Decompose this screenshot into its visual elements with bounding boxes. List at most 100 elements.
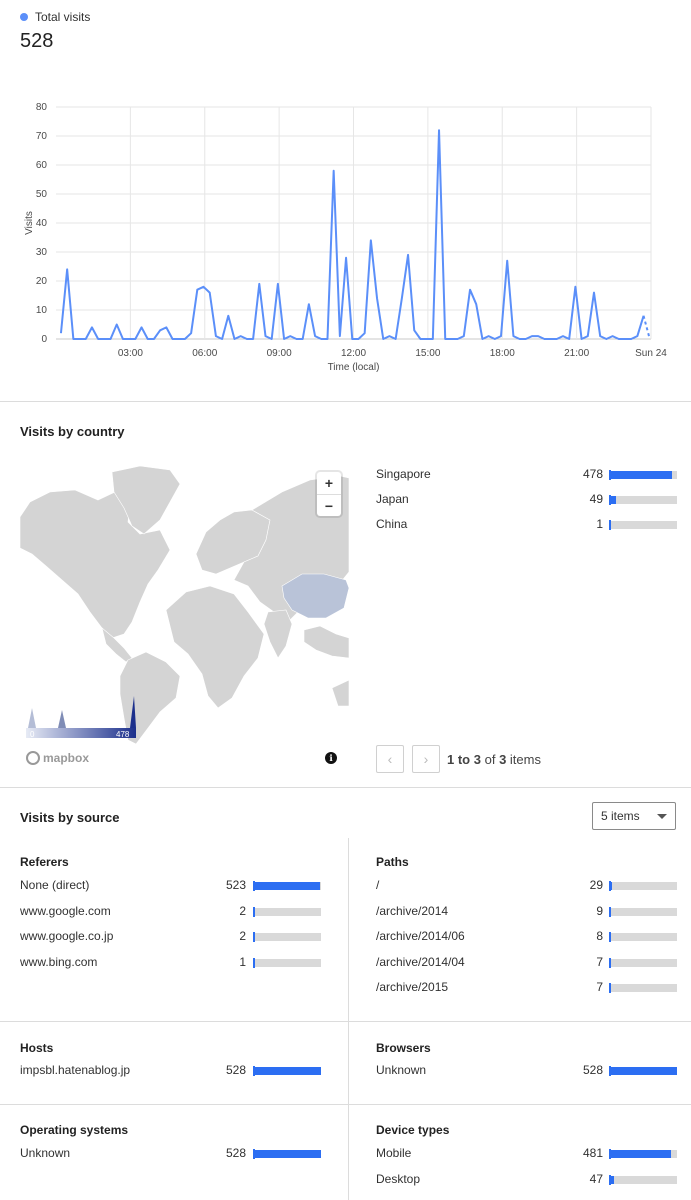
list-item-value: 478 <box>582 467 603 481</box>
y-tick-label: 40 <box>36 218 48 229</box>
list-item-bar-marker <box>609 906 611 917</box>
list-item-bar <box>609 1066 677 1076</box>
y-tick-label: 80 <box>36 102 48 113</box>
list-item-bar <box>609 470 677 480</box>
series-line-total-visits <box>59 129 645 340</box>
list-item[interactable]: Japan 49 <box>0 492 691 510</box>
list-item-bar-marker <box>609 983 611 993</box>
list-item-bar-fill <box>609 471 672 479</box>
list-item-bar-fill <box>609 1150 671 1158</box>
list-item-bar-marker <box>609 495 611 505</box>
chevron-down-icon <box>657 814 667 819</box>
pager-unit: items <box>509 752 541 767</box>
pager-next-button[interactable]: › <box>412 745 440 773</box>
list-item-label: Japan <box>376 492 409 506</box>
list-item-bar-marker <box>609 1174 611 1185</box>
list-item-bar <box>609 906 677 917</box>
list-item-bar <box>609 932 677 942</box>
map-india <box>263 609 293 659</box>
browsers-title: Browsers <box>376 1041 431 1055</box>
list-item-label: /archive/2014/04 <box>376 954 465 969</box>
items-count-value: 5 items <box>601 809 640 823</box>
list-item-value: 49 <box>589 492 603 506</box>
list-item[interactable]: /archive/2014/04 7 <box>0 955 691 973</box>
list-item[interactable]: /archive/2015 7 <box>0 980 691 998</box>
y-tick-label: 10 <box>36 305 48 316</box>
x-tick-label: 12:00 <box>341 348 366 359</box>
visits-line-chart: 0 10 20 30 40 50 60 70 80 03:00 06:00 09:00 12:00 15:… <box>24 102 667 373</box>
list-item-label: Desktop <box>376 1171 421 1186</box>
mapbox-wordmark: mapbox <box>43 751 90 765</box>
y-tick-label: 60 <box>36 160 48 171</box>
x-tick-label: 18:00 <box>490 348 515 359</box>
hosts-title: Hosts <box>20 1041 54 1055</box>
list-item-bar <box>609 520 677 530</box>
source-divider-1 <box>0 1021 691 1022</box>
y-tick-label: 70 <box>36 131 48 142</box>
list-item-bar <box>609 983 677 993</box>
x-tick-label: Sun 24 <box>635 348 667 359</box>
list-item-bar <box>609 495 677 505</box>
list-item-bar-marker <box>609 881 611 891</box>
list-item-label: Mobile <box>376 1146 412 1160</box>
list-item-label: / <box>376 878 380 892</box>
y-axis-label: Visits <box>24 211 35 235</box>
list-item-bar-fill <box>609 1067 677 1075</box>
list-item-bar <box>609 881 677 891</box>
x-tick-label: 15:00 <box>415 348 440 359</box>
list-item-bar <box>609 1174 677 1185</box>
list-item[interactable]: Desktop 47 <box>0 1172 691 1190</box>
map-australia <box>331 679 349 707</box>
x-tick-label: 09:00 <box>267 348 292 359</box>
list-item-value: 8 <box>596 929 603 943</box>
list-item-bar-marker <box>609 957 611 968</box>
list-item-bar-marker <box>609 1149 611 1159</box>
list-item[interactable]: / 29 <box>0 878 691 896</box>
list-item[interactable]: China 1 <box>0 517 691 535</box>
pager-range: 1 to 3 <box>447 752 481 767</box>
total-visits-card: Total visits 528 0 10 20 30 40 50 60 70 80 03:00 0… <box>0 0 691 402</box>
mapbox-icon <box>26 751 40 765</box>
list-item[interactable]: Singapore 478 <box>0 467 691 485</box>
x-tick-label: 06:00 <box>192 348 217 359</box>
y-tick-label: 50 <box>36 189 48 200</box>
y-tick-label: 30 <box>36 247 48 258</box>
list-item-value: 7 <box>596 980 603 994</box>
list-item[interactable]: /archive/2014 9 <box>0 904 691 922</box>
list-item-value: 1 <box>596 517 603 531</box>
pager-summary: 1 to 3 of 3 items <box>447 752 541 767</box>
source-divider-2 <box>0 1104 691 1105</box>
map-scale-max: 478 <box>116 730 130 739</box>
list-item-bar-marker <box>609 932 611 942</box>
mapbox-logo[interactable]: mapbox <box>26 750 89 766</box>
x-tick-label: 21:00 <box>564 348 589 359</box>
devices-title: Device types <box>376 1123 450 1137</box>
map-scale-min: 0 <box>30 730 35 739</box>
paths-title: Paths <box>376 855 409 869</box>
list-item-value: 481 <box>582 1146 603 1160</box>
list-item-bar-marker <box>609 1066 611 1076</box>
pager-of: of <box>484 752 496 767</box>
x-tick-label: 03:00 <box>118 348 143 359</box>
series-line-partial-segment <box>642 315 651 340</box>
os-title: Operating systems <box>20 1123 129 1137</box>
list-item-label: /archive/2014/06 <box>376 929 465 943</box>
source-section-title: Visits by source <box>20 810 120 825</box>
list-item-value: 7 <box>596 954 603 969</box>
map-info-icon[interactable]: ℹ <box>325 752 337 764</box>
list-item-bar <box>609 1149 677 1159</box>
referers-title: Referers <box>20 855 69 869</box>
list-item[interactable]: /archive/2014/06 8 <box>0 929 691 947</box>
list-item-value: 528 <box>582 1063 603 1077</box>
list-item[interactable]: Mobile 481 <box>0 1146 691 1164</box>
list-item-value: 29 <box>589 878 603 892</box>
x-axis-label: Time (local) <box>328 362 380 373</box>
list-item-bar-marker <box>609 520 611 530</box>
list-item-label: /archive/2015 <box>376 980 449 994</box>
list-item-label: /archive/2014 <box>376 903 449 918</box>
list-item[interactable]: Unknown 528 <box>0 1063 691 1081</box>
country-section-title: Visits by country <box>20 424 125 439</box>
pager-prev-button[interactable]: ‹ <box>376 745 404 773</box>
items-count-select[interactable]: 5 items <box>592 802 676 830</box>
y-tick-label: 0 <box>41 334 47 345</box>
